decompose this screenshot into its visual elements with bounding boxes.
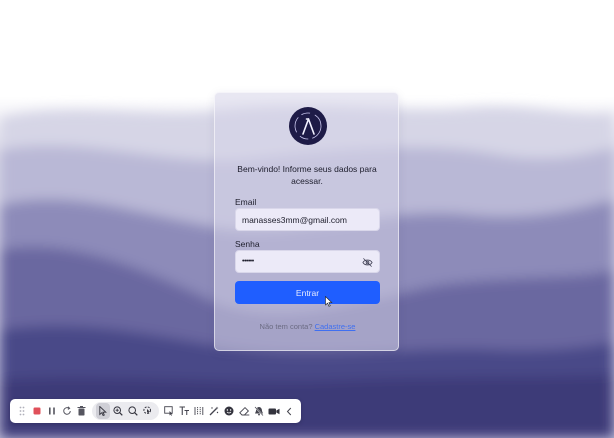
emoji-icon[interactable] [222, 403, 236, 419]
restart-icon[interactable] [60, 403, 74, 419]
zoom-out-icon[interactable] [126, 403, 140, 419]
rectangle-select-icon[interactable] [162, 403, 176, 419]
signup-prompt-text: Não tem conta? [259, 322, 313, 331]
email-field[interactable]: manasses3mm@gmail.com [235, 208, 380, 231]
password-field[interactable]: •••••• [235, 250, 380, 273]
spotlight-icon[interactable] [141, 403, 155, 419]
camera-icon[interactable] [268, 403, 282, 419]
submit-button[interactable]: Entrar [235, 281, 380, 304]
blur-icon[interactable] [192, 403, 206, 419]
login-card: Bem-vindo! Informe seus dados para acess… [214, 92, 399, 351]
signup-link[interactable]: Cadastre-se [315, 322, 356, 331]
stop-icon[interactable] [30, 403, 44, 419]
pause-icon[interactable] [45, 403, 59, 419]
welcome-text: Bem-vindo! Informe seus dados para acess… [237, 164, 377, 186]
collapse-icon[interactable] [283, 403, 297, 419]
cursor-icon[interactable] [95, 403, 110, 419]
toggle-password-visibility-button[interactable] [361, 256, 373, 268]
magic-wand-icon[interactable] [207, 403, 221, 419]
signup-prompt: Não tem conta? Cadastre-se [215, 322, 400, 331]
annotation-tools-group [92, 402, 159, 420]
lambda-logo-icon [294, 112, 322, 140]
mouse-cursor-icon [325, 296, 333, 307]
delete-icon[interactable] [75, 403, 89, 419]
email-label: Email [235, 197, 257, 207]
zoom-in-icon[interactable] [111, 403, 125, 419]
email-value: manasses3mm@gmail.com [242, 214, 347, 225]
password-value: •••••• [242, 258, 254, 265]
app-logo [289, 107, 327, 145]
eraser-icon[interactable] [238, 403, 252, 419]
text-icon[interactable] [177, 403, 191, 419]
password-label: Senha [235, 239, 260, 249]
hide-annotations-icon[interactable] [253, 403, 267, 419]
drag-handle-icon[interactable] [15, 403, 29, 419]
eye-off-icon [361, 257, 373, 267]
recording-toolbar [10, 399, 301, 423]
